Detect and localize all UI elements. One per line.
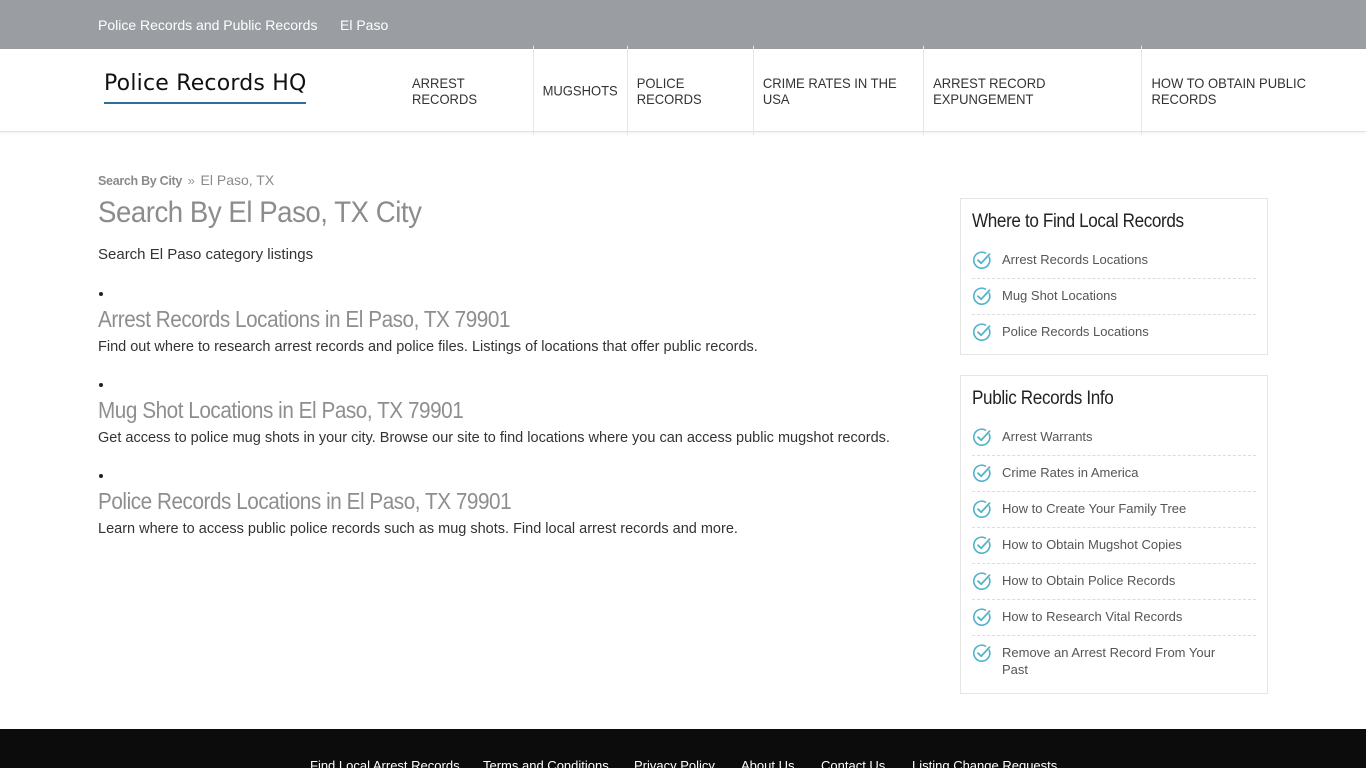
sidebar-item-vital-records[interactable]: How to Research Vital Records <box>972 600 1256 636</box>
site-logo[interactable]: Police Records HQ <box>104 71 307 96</box>
sidebar-item-label: How to Obtain Mugshot Copies <box>1002 537 1182 552</box>
check-circle-icon <box>972 500 991 518</box>
bullet-icon <box>99 292 103 296</box>
sidebar-item-mugshot-copies[interactable]: How to Obtain Mugshot Copies <box>972 528 1256 564</box>
topbar-link-el-paso[interactable]: El Paso <box>340 17 388 33</box>
check-circle-icon <box>972 644 991 662</box>
nav-mugshots[interactable]: MUGSHOTS <box>534 45 628 136</box>
footer-link-find-local-arrest-records[interactable]: Find Local Arrest Records <box>310 758 460 768</box>
sidebar-item-arrest-records-locations[interactable]: Arrest Records Locations <box>972 243 1256 279</box>
intro-text: Search El Paso category listings <box>98 246 314 263</box>
footer-link-contact[interactable]: Contact Us <box>821 758 885 768</box>
sidebar-item-label: Police Records Locations <box>1002 324 1149 339</box>
bullet-icon <box>99 383 103 387</box>
check-circle-icon <box>972 287 991 305</box>
main-nav: ARREST RECORDS MUGSHOTS POLICE RECORDS C… <box>403 45 1366 136</box>
sidebar-item-obtain-police-records[interactable]: How to Obtain Police Records <box>972 564 1256 600</box>
widget-public-records-info: Public Records Info Arrest Warrants Crim… <box>960 375 1268 694</box>
breadcrumb-link-search-by-city[interactable]: Search By City <box>98 174 182 188</box>
footer-link-privacy[interactable]: Privacy Policy <box>634 758 715 768</box>
check-circle-icon <box>972 464 991 482</box>
list-item: Mug Shot Locations in El Paso, TX 79901 … <box>98 383 918 446</box>
widget-where-to-find-local-records: Where to Find Local Records Arrest Recor… <box>960 198 1268 355</box>
top-bar: Police Records and Public Records El Pas… <box>0 0 1366 49</box>
sidebar-item-label: How to Obtain Police Records <box>1002 573 1176 588</box>
footer-link-listing-change-requests[interactable]: Listing Change Requests <box>912 758 1057 768</box>
site-footer: Find Local Arrest Records Terms and Cond… <box>0 729 1366 768</box>
sidebar-item-label: Mug Shot Locations <box>1002 288 1117 303</box>
listing-description: Learn where to access public police reco… <box>98 521 738 537</box>
check-circle-icon <box>972 323 991 341</box>
page-title: Search By El Paso, TX City <box>98 196 422 229</box>
footer-link-about[interactable]: About Us <box>741 758 794 768</box>
sidebar-item-arrest-warrants[interactable]: Arrest Warrants <box>972 420 1256 456</box>
nav-police-records[interactable]: POLICE RECORDS <box>628 45 754 136</box>
sidebar-item-family-tree[interactable]: How to Create Your Family Tree <box>972 492 1256 528</box>
listing-title-mug-shots[interactable]: Mug Shot Locations in El Paso, TX 79901 <box>98 397 464 424</box>
widget-title: Where to Find Local Records <box>972 211 1184 232</box>
sidebar-item-label: Crime Rates in America <box>1002 465 1139 480</box>
sidebar-item-label: Arrest Records Locations <box>1002 252 1148 267</box>
sidebar-item-remove-arrest-record[interactable]: Remove an Arrest Record From Your Past <box>972 636 1256 686</box>
bullet-icon <box>99 474 103 478</box>
check-circle-icon <box>972 536 991 554</box>
sidebar-item-mug-shot-locations[interactable]: Mug Shot Locations <box>972 279 1256 315</box>
nav-arrest-record-expungement[interactable]: ARREST RECORD EXPUNGEMENT <box>924 45 1143 136</box>
check-circle-icon <box>972 608 991 626</box>
list-item: Police Records Locations in El Paso, TX … <box>98 474 918 537</box>
listing-title-police-records[interactable]: Police Records Locations in El Paso, TX … <box>98 488 512 515</box>
widget-title: Public Records Info <box>972 388 1114 409</box>
check-circle-icon <box>972 428 991 446</box>
check-circle-icon <box>972 251 991 269</box>
sidebar-item-crime-rates[interactable]: Crime Rates in America <box>972 456 1256 492</box>
breadcrumb-separator: » <box>187 173 195 188</box>
nav-arrest-records[interactable]: ARREST RECORDS <box>403 45 534 136</box>
sidebar-item-label: How to Research Vital Records <box>1002 609 1183 624</box>
listing-description: Find out where to research arrest record… <box>98 339 758 355</box>
site-header: Police Records HQ ARREST RECORDS MUGSHOT… <box>0 45 1366 136</box>
listing-description: Get access to police mug shots in your c… <box>98 430 890 446</box>
breadcrumb-current: El Paso, TX <box>200 172 275 188</box>
footer-link-terms[interactable]: Terms and Conditions <box>483 758 609 768</box>
list-item: Arrest Records Locations in El Paso, TX … <box>98 292 918 355</box>
logo-underline <box>104 102 306 104</box>
sidebar-item-label: Arrest Warrants <box>1002 429 1093 444</box>
sidebar-item-label: How to Create Your Family Tree <box>1002 501 1187 516</box>
nav-crime-rates[interactable]: CRIME RATES IN THE USA <box>754 45 925 136</box>
breadcrumb: Search By City » El Paso, TX <box>98 172 274 188</box>
sidebar-item-police-records-locations[interactable]: Police Records Locations <box>972 315 1256 350</box>
topbar-link-police-records[interactable]: Police Records and Public Records <box>98 17 317 33</box>
check-circle-icon <box>972 572 991 590</box>
sidebar-item-label: Remove an Arrest Record From Your Past <box>1002 645 1216 677</box>
nav-how-to-obtain-public-records[interactable]: HOW TO OBTAIN PUBLIC RECORDS <box>1142 46 1366 136</box>
listing-title-arrest-records[interactable]: Arrest Records Locations in El Paso, TX … <box>98 306 510 333</box>
